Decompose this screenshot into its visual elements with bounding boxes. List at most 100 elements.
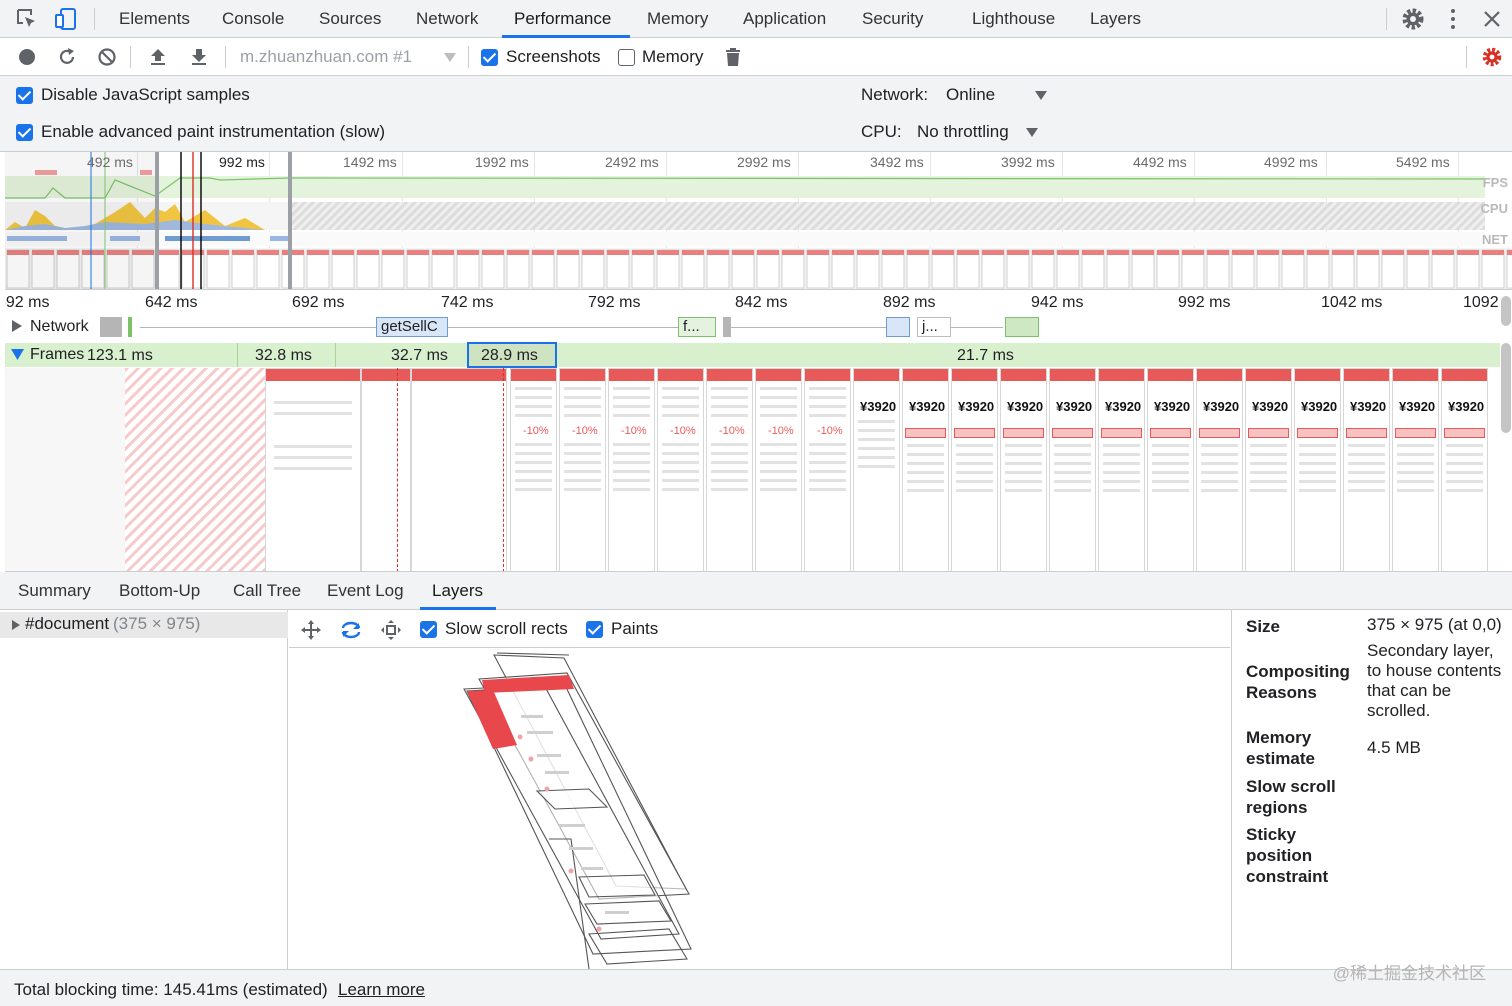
layer-3d-render bbox=[463, 652, 692, 969]
tab-bottom-up[interactable]: Bottom-Up bbox=[119, 572, 200, 609]
screenshot-thumbnail[interactable]: ¥3920 bbox=[951, 368, 998, 571]
overview-screenshot-header bbox=[332, 250, 354, 255]
clear-icon[interactable] bbox=[96, 46, 118, 68]
screenshot-thumbnail[interactable]: ¥3920 bbox=[902, 368, 949, 571]
screenshot-thumbnail[interactable]: ¥3920 bbox=[1343, 368, 1390, 571]
overview-screenshot bbox=[656, 249, 680, 289]
inspect-element-icon[interactable] bbox=[14, 6, 40, 32]
tab-layers-detail[interactable]: Layers bbox=[432, 572, 483, 609]
chevron-down-icon[interactable] bbox=[1026, 128, 1038, 137]
screenshot-thumbnail[interactable]: ¥3920 bbox=[1441, 368, 1488, 571]
frame-duration[interactable]: 28.9 ms bbox=[481, 347, 538, 365]
network-throttle-select[interactable]: Online bbox=[946, 85, 995, 105]
timeline-flamechart[interactable]: 592 ms 642 ms 692 ms 742 ms 792 ms 842 m… bbox=[5, 291, 1512, 572]
overview-screenshot-header bbox=[232, 250, 254, 255]
screenshot-thumbnail[interactable]: ¥3920 bbox=[1196, 368, 1243, 571]
close-icon[interactable] bbox=[1479, 6, 1505, 32]
pan-mode-icon[interactable] bbox=[299, 618, 323, 642]
recording-target-select[interactable]: m.zhuanzhuan.com #1 bbox=[240, 47, 412, 67]
expand-triangle-icon[interactable] bbox=[11, 320, 23, 332]
screenshots-checkbox[interactable] bbox=[481, 49, 498, 66]
network-request-f[interactable]: f... bbox=[678, 317, 716, 337]
tab-lighthouse[interactable]: Lighthouse bbox=[972, 0, 1055, 37]
collapse-triangle-icon[interactable] bbox=[11, 349, 24, 360]
network-track-label[interactable]: Network bbox=[30, 318, 89, 336]
network-request-getsellc[interactable]: getSellC bbox=[376, 317, 448, 337]
screenshot-thumbnail[interactable] bbox=[265, 368, 361, 571]
gear-icon[interactable] bbox=[1400, 6, 1426, 32]
device-toolbar-icon[interactable] bbox=[53, 6, 79, 32]
tab-event-log[interactable]: Event Log bbox=[327, 572, 404, 609]
rotate-mode-icon[interactable] bbox=[339, 618, 363, 642]
timeline-overview[interactable]: 492 ms 992 ms 1492 ms 1992 ms 2492 ms 29… bbox=[5, 152, 1512, 290]
screenshot-thumbnail[interactable]: -10% bbox=[559, 368, 606, 571]
network-request-bar[interactable] bbox=[886, 317, 910, 337]
network-request-j[interactable]: j... bbox=[917, 317, 951, 337]
cpu-throttle-select[interactable]: No throttling bbox=[917, 122, 1009, 142]
paints-checkbox[interactable] bbox=[586, 621, 603, 638]
screenshot-thumbnail[interactable]: ¥3920 bbox=[1245, 368, 1292, 571]
screenshot-thumbnail[interactable]: -10% bbox=[510, 368, 557, 571]
screenshot-thumbnail[interactable]: -10% bbox=[706, 368, 753, 571]
screenshot-thumbnail[interactable] bbox=[361, 368, 411, 571]
screenshot-thumbnail[interactable]: -10% bbox=[804, 368, 851, 571]
tab-network[interactable]: Network bbox=[416, 0, 478, 37]
download-icon[interactable] bbox=[188, 46, 210, 68]
tab-security[interactable]: Security bbox=[862, 0, 923, 37]
reset-transform-icon[interactable] bbox=[379, 618, 403, 642]
scrollbar-thumb[interactable] bbox=[1501, 343, 1511, 433]
tab-memory[interactable]: Memory bbox=[647, 0, 708, 37]
frames-track-label[interactable]: Frames bbox=[30, 346, 84, 364]
tab-sources[interactable]: Sources bbox=[319, 0, 381, 37]
more-options-icon[interactable] bbox=[1440, 6, 1466, 32]
frame-duration[interactable]: 32.8 ms bbox=[255, 347, 312, 365]
separator bbox=[94, 8, 95, 30]
overview-tick: 2492 ms bbox=[605, 154, 659, 170]
screenshot-thumbnail[interactable]: ¥3920 bbox=[1049, 368, 1096, 571]
chevron-down-icon[interactable] bbox=[444, 53, 456, 62]
overview-screenshot-header bbox=[1407, 250, 1429, 255]
layers-3d-view[interactable]: Slow scroll rects Paints bbox=[289, 610, 1230, 969]
expand-triangle-icon[interactable] bbox=[12, 620, 20, 630]
network-request-whisker bbox=[448, 327, 678, 328]
chevron-down-icon[interactable] bbox=[1035, 91, 1047, 100]
overview-screenshot-header bbox=[907, 250, 929, 255]
network-request-bar[interactable] bbox=[100, 317, 122, 337]
learn-more-link[interactable]: Learn more bbox=[338, 980, 425, 1000]
tab-summary[interactable]: Summary bbox=[18, 572, 91, 609]
tab-layers[interactable]: Layers bbox=[1090, 0, 1141, 37]
screenshot-thumbnail[interactable]: ¥3920 bbox=[1098, 368, 1145, 571]
screenshot-thumbnail[interactable]: ¥3920 bbox=[1000, 368, 1047, 571]
record-icon[interactable] bbox=[16, 46, 38, 68]
advanced-paint-checkbox[interactable] bbox=[16, 124, 33, 141]
network-request-bar[interactable] bbox=[1005, 317, 1039, 337]
frame-duration[interactable]: 32.7 ms bbox=[391, 347, 448, 365]
frame-duration[interactable]: 21.7 ms bbox=[957, 347, 1014, 365]
tab-elements[interactable]: Elements bbox=[119, 0, 190, 37]
screenshot-thumbnail[interactable]: -10% bbox=[608, 368, 655, 571]
screenshot-thumbnail[interactable]: ¥3920 bbox=[1147, 368, 1194, 571]
disable-js-samples-checkbox[interactable] bbox=[16, 87, 33, 104]
trash-icon[interactable] bbox=[722, 46, 744, 68]
layer-tree-row[interactable]: #document (375 × 975) bbox=[0, 612, 288, 638]
screenshot-thumbnail[interactable]: ¥3920 bbox=[1294, 368, 1341, 571]
screenshot-thumbnail[interactable]: ¥3920 bbox=[853, 368, 900, 571]
memory-checkbox[interactable] bbox=[618, 49, 635, 66]
tab-application[interactable]: Application bbox=[743, 0, 826, 37]
scrollbar-thumb[interactable] bbox=[1501, 296, 1511, 326]
capture-settings-gear-icon[interactable] bbox=[1481, 46, 1503, 68]
network-request-bar[interactable] bbox=[128, 317, 132, 337]
tab-call-tree[interactable]: Call Tree bbox=[233, 572, 301, 609]
screenshot-thumbnail[interactable]: -10% bbox=[657, 368, 704, 571]
paints-label: Paints bbox=[611, 619, 659, 638]
network-request-bar[interactable] bbox=[723, 317, 731, 337]
frame-duration[interactable]: 123.1 ms bbox=[87, 347, 153, 365]
slow-scroll-rects-checkbox[interactable] bbox=[420, 621, 437, 638]
tab-console[interactable]: Console bbox=[222, 0, 284, 37]
screenshot-thumbnail[interactable]: -10% bbox=[755, 368, 802, 571]
reload-record-icon[interactable] bbox=[56, 46, 78, 68]
tab-performance[interactable]: Performance bbox=[514, 0, 611, 37]
screenshot-thumbnail[interactable]: ¥3920 bbox=[1392, 368, 1439, 571]
screenshot-thumbnail[interactable] bbox=[411, 368, 507, 571]
upload-icon[interactable] bbox=[147, 46, 169, 68]
